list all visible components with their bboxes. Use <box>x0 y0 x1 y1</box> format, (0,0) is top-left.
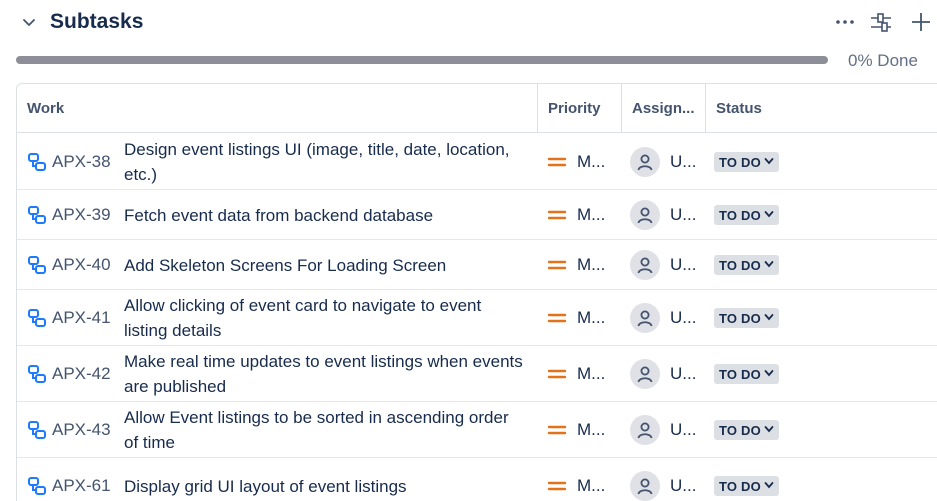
issue-summary[interactable]: Allow Event listings to be sorted in asc… <box>124 405 524 455</box>
priority-label[interactable]: M... <box>577 255 605 275</box>
priority-medium-icon <box>547 308 567 328</box>
table-row[interactable]: APX-38 Design event listings UI (image, … <box>17 134 937 190</box>
status-dropdown[interactable]: TO DO <box>714 308 779 328</box>
column-header-status[interactable]: Status <box>705 84 937 133</box>
assignee-label[interactable]: U... <box>670 476 696 496</box>
chevron-down-icon <box>764 421 774 439</box>
user-avatar-icon[interactable] <box>630 471 660 501</box>
subtask-icon <box>27 205 47 225</box>
status-dropdown[interactable]: TO DO <box>714 205 779 225</box>
subtask-icon <box>27 364 47 384</box>
priority-label[interactable]: M... <box>577 364 605 384</box>
assignee-label[interactable]: U... <box>670 152 696 172</box>
user-avatar-icon[interactable] <box>630 147 660 177</box>
subtasks-header: Subtasks <box>0 0 937 46</box>
user-avatar-icon[interactable] <box>630 200 660 230</box>
issue-key[interactable]: APX-39 <box>52 205 111 225</box>
chevron-down-icon <box>764 309 774 327</box>
priority-medium-icon <box>547 420 567 440</box>
table-row[interactable]: APX-61 Display grid UI layout of event l… <box>17 458 937 501</box>
assignee-label[interactable]: U... <box>670 255 696 275</box>
user-avatar-icon[interactable] <box>630 359 660 389</box>
status-dropdown[interactable]: TO DO <box>714 420 779 440</box>
assignee-label[interactable]: U... <box>670 205 696 225</box>
chevron-down-icon <box>764 153 774 171</box>
chevron-down-icon <box>764 256 774 274</box>
issue-key[interactable]: APX-40 <box>52 255 111 275</box>
table-row[interactable]: APX-40 Add Skeleton Screens For Loading … <box>17 240 937 290</box>
status-label: TO DO <box>719 310 761 326</box>
subtask-icon <box>27 255 47 275</box>
table-row[interactable]: APX-39 Fetch event data from backend dat… <box>17 190 937 240</box>
subtask-icon <box>27 308 47 328</box>
issue-key[interactable]: APX-38 <box>52 152 111 172</box>
plus-icon[interactable] <box>908 9 934 35</box>
chevron-down-icon[interactable] <box>20 13 38 31</box>
column-header-priority[interactable]: Priority <box>537 84 621 133</box>
status-label: TO DO <box>719 257 761 273</box>
priority-medium-icon <box>547 205 567 225</box>
status-label: TO DO <box>719 207 761 223</box>
status-label: TO DO <box>719 478 761 494</box>
chevron-down-icon <box>764 477 774 495</box>
subtask-icon <box>27 152 47 172</box>
priority-medium-icon <box>547 255 567 275</box>
user-avatar-icon[interactable] <box>630 415 660 445</box>
issue-summary[interactable]: Display grid UI layout of event listings <box>124 474 524 499</box>
issue-summary[interactable]: Add Skeleton Screens For Loading Screen <box>124 253 524 278</box>
table-header: Work Priority Assign... Status <box>17 84 937 133</box>
issue-summary[interactable]: Make real time updates to event listings… <box>124 349 524 399</box>
column-header-work[interactable]: Work <box>17 84 537 133</box>
issue-key[interactable]: APX-61 <box>52 476 111 496</box>
status-label: TO DO <box>719 366 761 382</box>
subtask-icon <box>27 476 47 496</box>
issue-key[interactable]: APX-43 <box>52 420 111 440</box>
more-icon[interactable] <box>832 9 858 35</box>
priority-label[interactable]: M... <box>577 308 605 328</box>
table-row[interactable]: APX-43 Allow Event listings to be sorted… <box>17 402 937 458</box>
status-label: TO DO <box>719 154 761 170</box>
status-dropdown[interactable]: TO DO <box>714 364 779 384</box>
subtasks-table: Work Priority Assign... Status APX-38 De… <box>16 83 937 501</box>
assignee-label[interactable]: U... <box>670 420 696 440</box>
issue-key[interactable]: APX-41 <box>52 308 111 328</box>
table-row[interactable]: APX-42 Make real time updates to event l… <box>17 346 937 402</box>
priority-label[interactable]: M... <box>577 420 605 440</box>
priority-medium-icon <box>547 364 567 384</box>
priority-label[interactable]: M... <box>577 152 605 172</box>
priority-medium-icon <box>547 476 567 496</box>
priority-label[interactable]: M... <box>577 205 605 225</box>
issue-key[interactable]: APX-42 <box>52 364 111 384</box>
status-label: TO DO <box>719 422 761 438</box>
issue-summary[interactable]: Allow clicking of event card to navigate… <box>124 293 524 343</box>
subtask-icon <box>27 420 47 440</box>
progress-label: 0% Done <box>848 51 918 70</box>
issue-summary[interactable]: Design event listings UI (image, title, … <box>124 137 524 187</box>
issue-summary[interactable]: Fetch event data from backend database <box>124 203 524 228</box>
status-dropdown[interactable]: TO DO <box>714 255 779 275</box>
column-header-assignee[interactable]: Assign... <box>621 84 705 133</box>
status-dropdown[interactable]: TO DO <box>714 152 779 172</box>
user-avatar-icon[interactable] <box>630 303 660 333</box>
priority-label[interactable]: M... <box>577 476 605 496</box>
filter-icon[interactable] <box>868 9 894 35</box>
chevron-down-icon <box>764 365 774 383</box>
priority-medium-icon <box>547 152 567 172</box>
progress-bar <box>16 56 828 64</box>
status-dropdown[interactable]: TO DO <box>714 476 779 496</box>
user-avatar-icon[interactable] <box>630 250 660 280</box>
table-row[interactable]: APX-41 Allow clicking of event card to n… <box>17 290 937 346</box>
chevron-down-icon <box>764 206 774 224</box>
assignee-label[interactable]: U... <box>670 308 696 328</box>
assignee-label[interactable]: U... <box>670 364 696 384</box>
section-title: Subtasks <box>50 10 144 33</box>
